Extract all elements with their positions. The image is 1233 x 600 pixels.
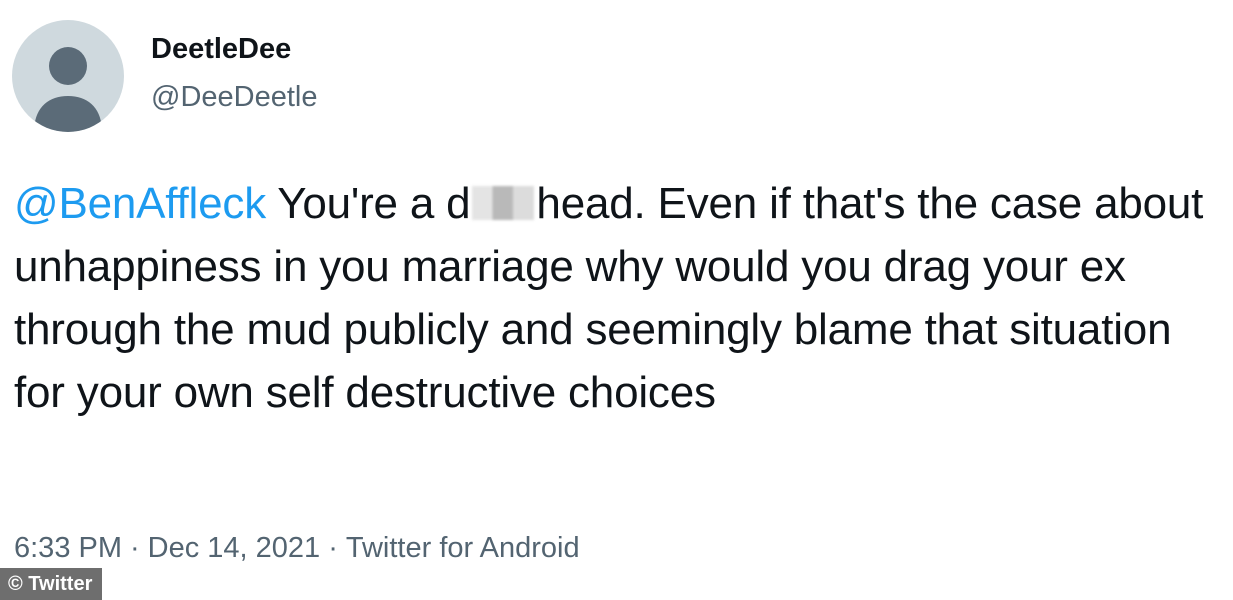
tweet-meta: 6:33 PM · Dec 14, 2021 · Twitter for Android (14, 530, 580, 566)
tweet-card: DeetleDee @DeeDeetle @BenAffleck You're … (0, 0, 1233, 600)
tweet-source: Twitter for Android (345, 532, 580, 564)
avatar[interactable] (12, 20, 124, 132)
tweet-text: @BenAffleck You're a d head. Even if that… (14, 172, 1224, 424)
tweet-date[interactable]: Dec 14, 2021 (148, 532, 321, 564)
meta-separator: · (328, 532, 338, 564)
censor-blur (472, 186, 535, 220)
tweet-text-part1: You're a d (277, 179, 471, 228)
tweet-time[interactable]: 6:33 PM (14, 532, 122, 564)
mention-link[interactable]: @BenAffleck (14, 179, 266, 228)
meta-separator: · (130, 532, 140, 564)
user-names: DeetleDee @DeeDeetle (151, 33, 317, 114)
tweet-header: DeetleDee @DeeDeetle (12, 20, 317, 132)
default-profile-icon (34, 47, 102, 132)
user-handle[interactable]: @DeeDeetle (151, 80, 317, 114)
display-name[interactable]: DeetleDee (151, 32, 317, 66)
watermark-label: © Twitter (0, 568, 103, 600)
